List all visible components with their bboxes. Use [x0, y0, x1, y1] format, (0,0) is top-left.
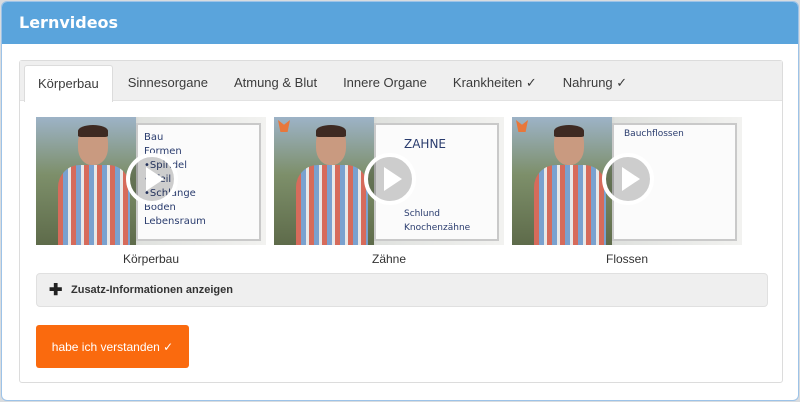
tab-nahrung[interactable]: Nahrung ✓ — [550, 65, 640, 101]
tab-atmung-blut[interactable]: Atmung & Blut — [221, 65, 330, 101]
video-item: Bau Formen •Spindel •Pfeil •Schlange Bod… — [36, 117, 266, 266]
video-caption: Körperbau — [122, 252, 180, 266]
play-icon[interactable] — [364, 153, 416, 205]
video-thumbnail[interactable]: ZAHNE Schlund Knochenzähne — [274, 117, 504, 245]
tab-sinnesorgane[interactable]: Sinnesorgane — [115, 65, 221, 101]
presenter — [296, 125, 368, 245]
presenter — [58, 125, 130, 245]
presenter — [534, 125, 606, 245]
video-caption: Flossen — [605, 252, 649, 266]
video-item: ZAHNE Schlund Knochenzähne Zähne — [274, 117, 504, 266]
video-thumbnail[interactable]: Bauchflossen — [512, 117, 742, 245]
play-icon[interactable] — [126, 153, 178, 205]
whiteboard-text: Bauchflossen — [624, 129, 684, 139]
video-list: Bau Formen •Spindel •Pfeil •Schlange Bod… — [36, 117, 742, 266]
tab-bar: Körperbau Sinnesorgane Atmung & Blut Inn… — [20, 61, 782, 102]
video-thumbnail[interactable]: Bau Formen •Spindel •Pfeil •Schlange Bod… — [36, 117, 266, 245]
play-icon[interactable] — [602, 153, 654, 205]
tab-innere-organe[interactable]: Innere Organe — [330, 65, 440, 101]
extra-info-toggle[interactable]: ✚ Zusatz-Informationen anzeigen — [36, 273, 768, 307]
plus-icon: ✚ — [49, 282, 63, 299]
video-item: Bauchflossen Flossen — [512, 117, 742, 266]
lernvideos-window: Lernvideos Körperbau Sinnesorgane Atmung… — [1, 1, 799, 401]
tab-panel: Körperbau Sinnesorgane Atmung & Blut Inn… — [19, 60, 783, 383]
tab-krankheiten[interactable]: Krankheiten ✓ — [440, 65, 550, 101]
tab-koerperbau[interactable]: Körperbau — [24, 65, 113, 102]
window-title: Lernvideos — [2, 2, 798, 44]
whiteboard-text: ZAHNE Schlund Knochenzähne — [404, 137, 471, 233]
extra-info-label: Zusatz-Informationen anzeigen — [71, 284, 233, 296]
video-caption: Zähne — [371, 252, 407, 266]
understood-button[interactable]: habe ich verstanden ✓ — [36, 325, 189, 368]
